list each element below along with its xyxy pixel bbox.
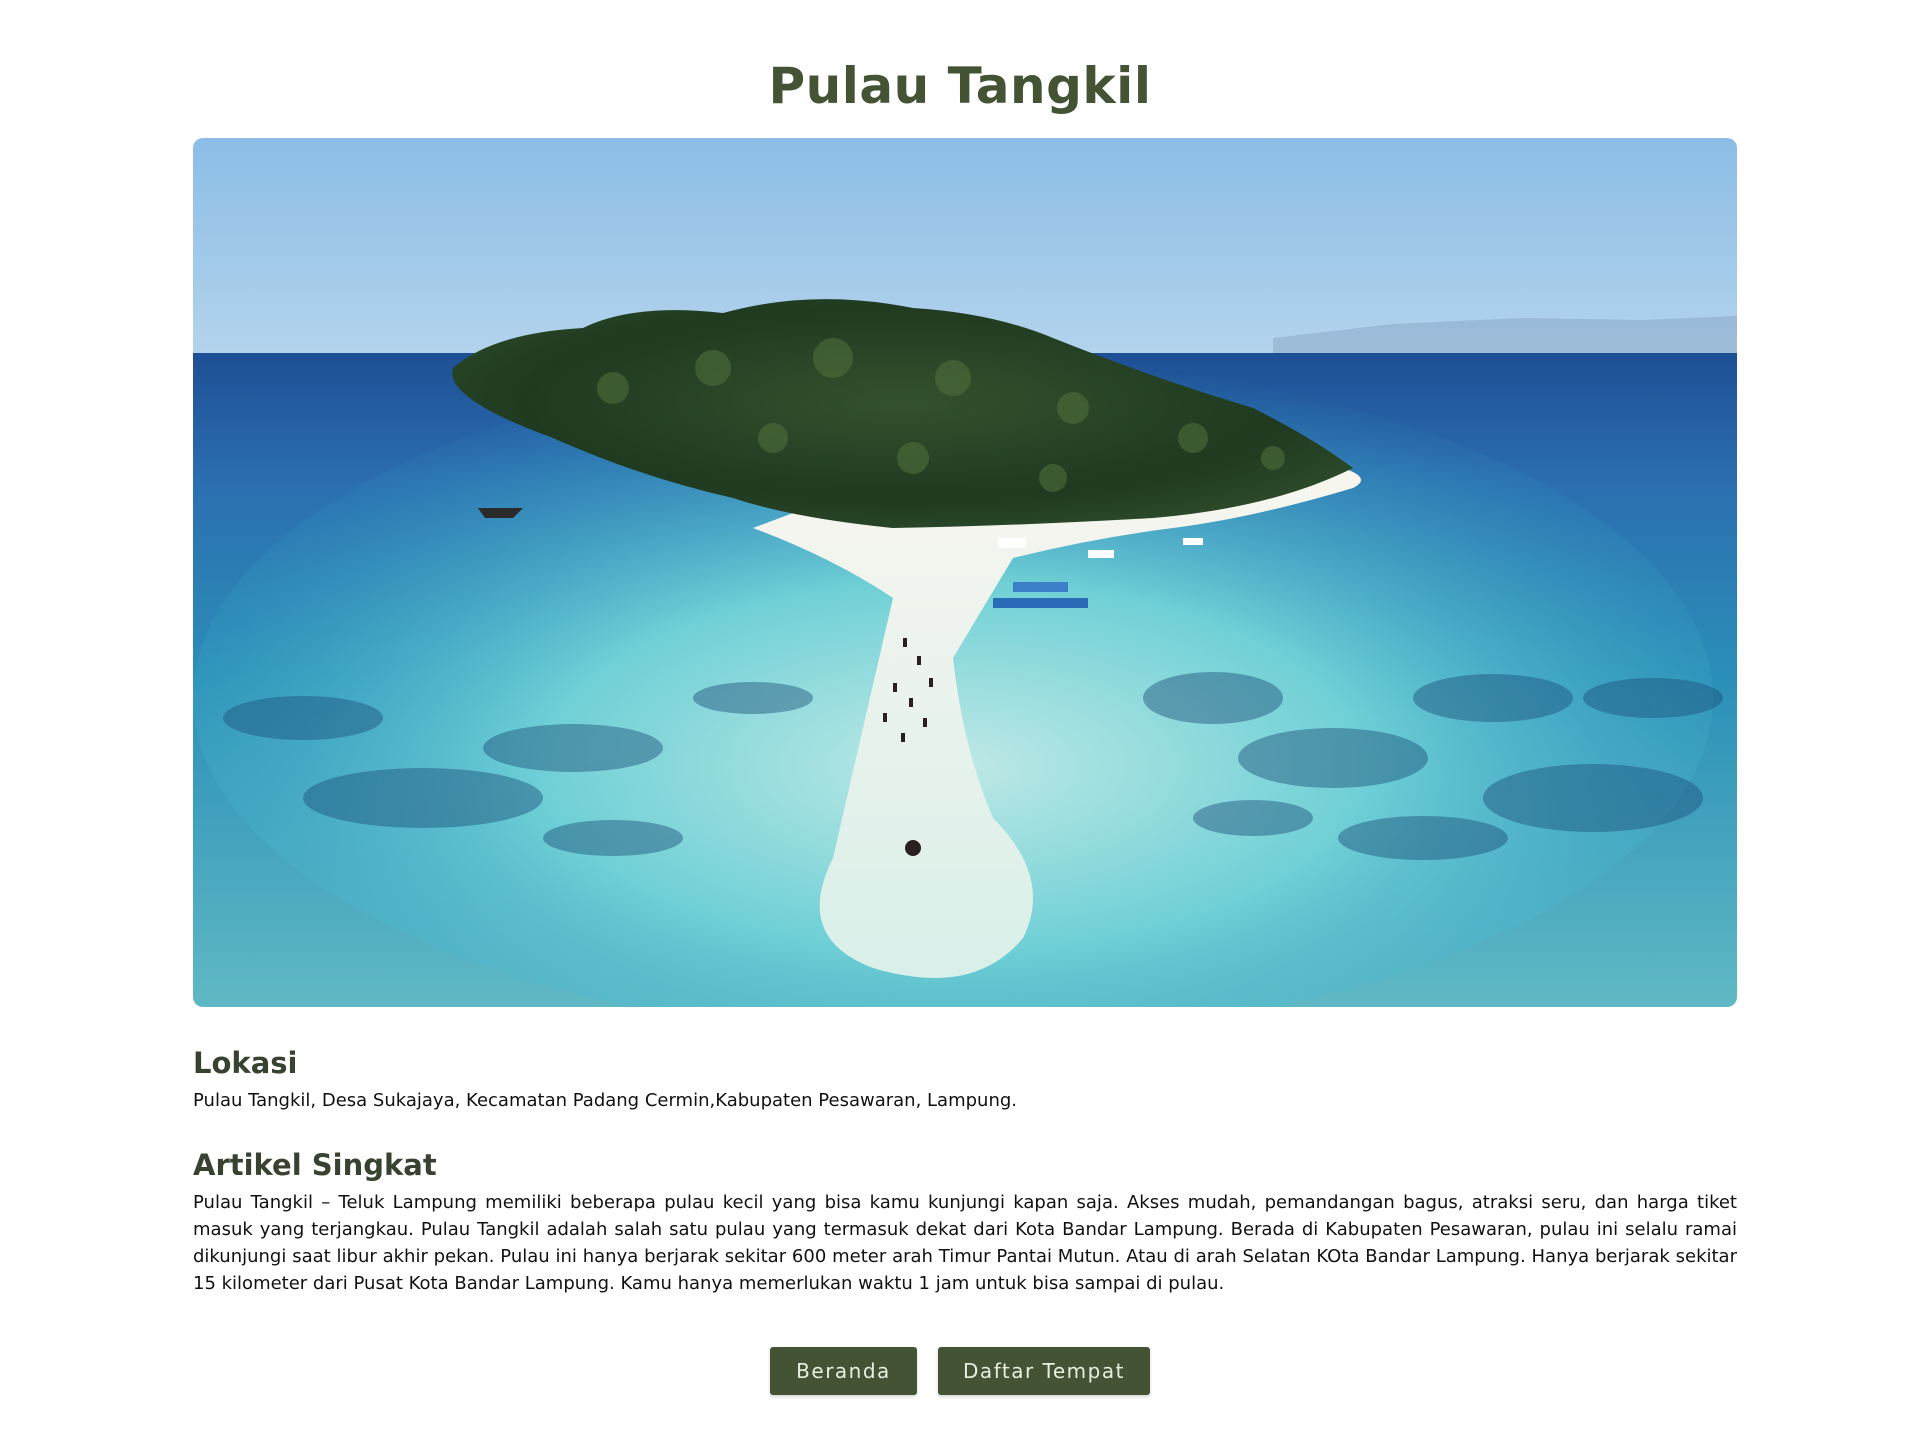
place-list-button[interactable]: Daftar Tempat xyxy=(938,1347,1150,1395)
location-text: Pulau Tangkil, Desa Sukajaya, Kecamatan … xyxy=(193,1090,1018,1111)
hero-image xyxy=(193,138,1737,1007)
page-title: Pulau Tangkil xyxy=(768,57,1152,115)
article-text: Pulau Tangkil – Teluk Lampung memiliki b… xyxy=(193,1192,1737,1294)
button-group: Beranda Daftar Tempat xyxy=(0,1347,1920,1395)
home-button[interactable]: Beranda xyxy=(770,1347,917,1395)
page: Pulau Tangkil Lokasi Pulau Tangkil, Desa… xyxy=(0,0,1920,1437)
location-heading: Lokasi xyxy=(193,1046,298,1080)
hero-image-drawing xyxy=(193,138,1737,1007)
article-heading: Artikel Singkat xyxy=(193,1148,437,1182)
